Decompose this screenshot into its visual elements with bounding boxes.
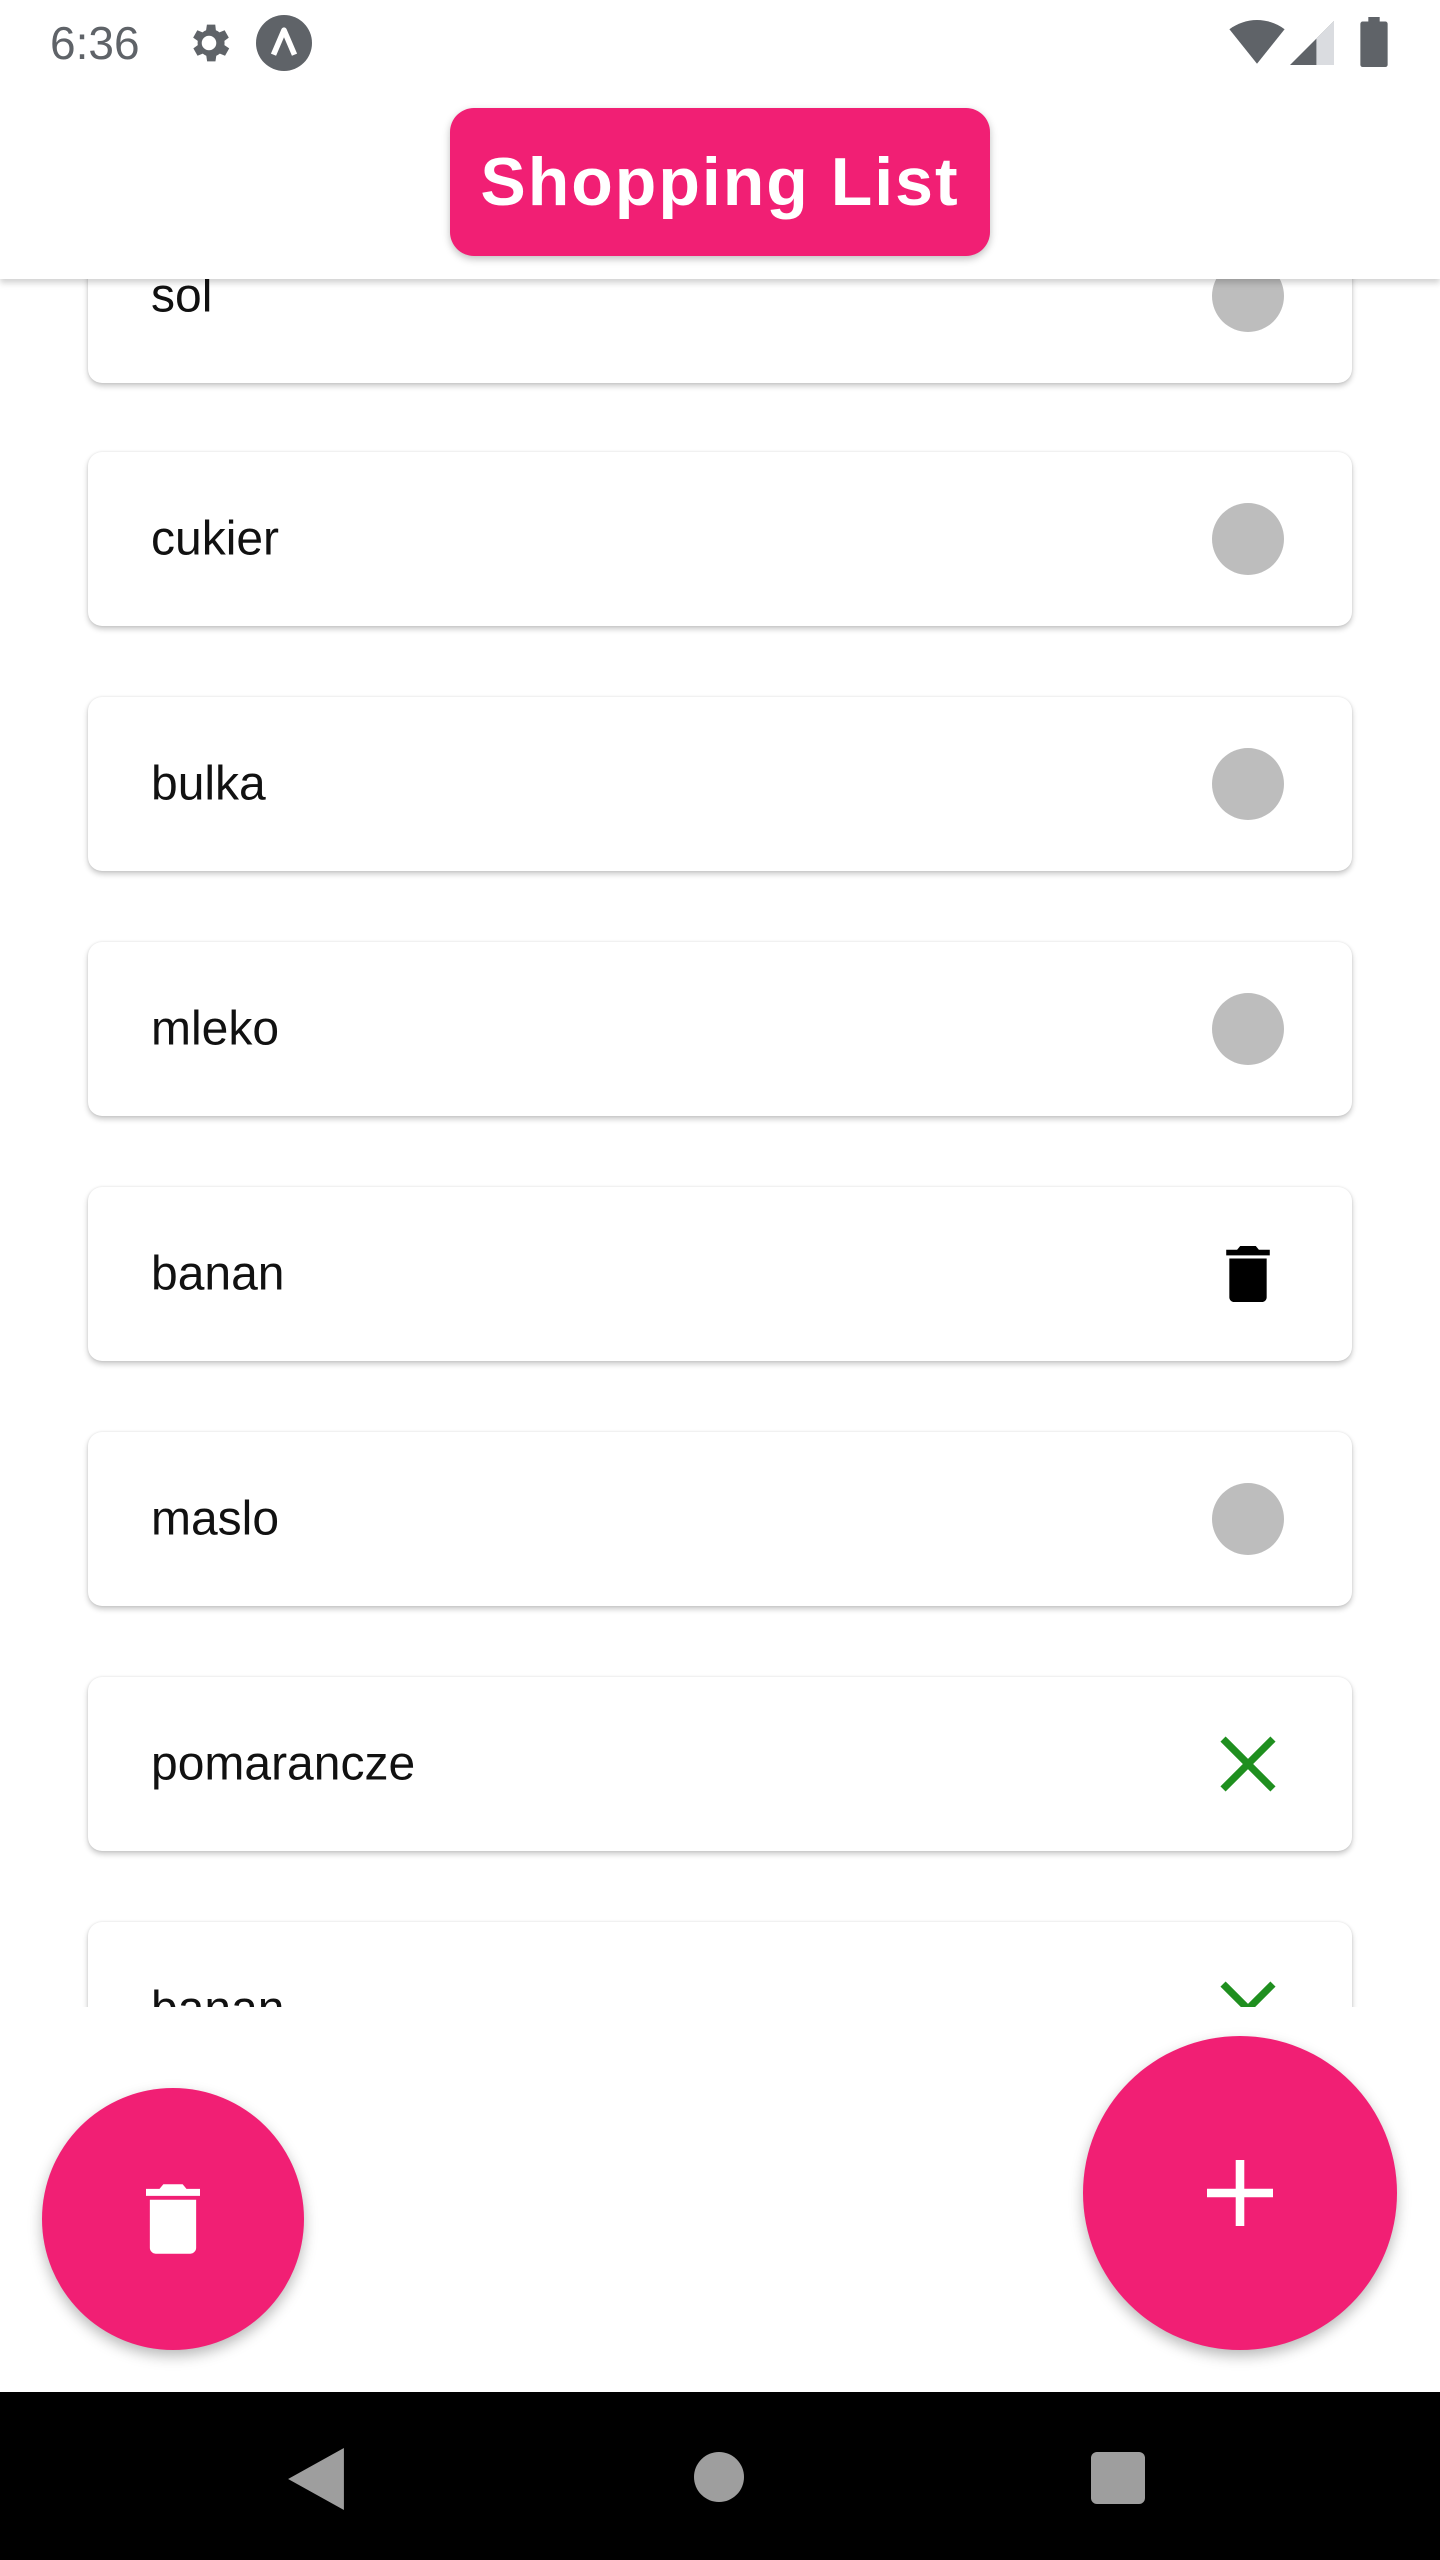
circle-toggle-icon <box>1212 993 1284 1065</box>
item-label: banan <box>151 1982 284 2008</box>
list-item[interactable]: banan <box>88 1922 1352 2007</box>
page-title: Shopping List <box>450 108 990 256</box>
battery-icon <box>1360 17 1388 67</box>
close-icon <box>1220 1981 1276 2007</box>
item-toggle[interactable] <box>1212 503 1284 575</box>
signal-icon <box>1290 21 1334 65</box>
status-bar: 6:36 <box>0 0 1440 84</box>
circle-toggle-icon <box>1212 279 1284 332</box>
item-label: pomarancze <box>151 1737 416 1791</box>
item-toggle[interactable] <box>1212 748 1284 820</box>
recents-icon[interactable] <box>1091 2452 1145 2504</box>
item-label: mleko <box>151 1002 280 1056</box>
shopping-list[interactable]: sol cukier bulka mleko banan maslo pomar… <box>0 279 1440 2007</box>
trash-icon <box>146 2184 200 2254</box>
trash-icon <box>1226 1246 1270 1302</box>
app-header: Shopping List <box>0 84 1440 279</box>
a-circle-icon <box>256 15 312 71</box>
circle-toggle-icon <box>1212 503 1284 575</box>
list-item[interactable]: pomarancze <box>88 1677 1352 1851</box>
list-item[interactable]: maslo <box>88 1432 1352 1606</box>
circle-toggle-icon <box>1212 748 1284 820</box>
navigation-bar <box>0 2392 1440 2560</box>
back-icon[interactable] <box>288 2448 344 2510</box>
item-label: sol <box>151 279 213 323</box>
list-item[interactable]: cukier <box>88 452 1352 626</box>
delete-item-button[interactable] <box>1212 1238 1284 1310</box>
status-time: 6:36 <box>50 17 140 69</box>
list-item[interactable]: bulka <box>88 697 1352 871</box>
item-label: maslo <box>151 1492 280 1546</box>
remove-item-button[interactable] <box>1212 1728 1284 1800</box>
home-icon[interactable] <box>694 2452 744 2502</box>
item-label: banan <box>151 1247 285 1301</box>
circle-toggle-icon <box>1212 1483 1284 1555</box>
delete-all-button[interactable] <box>42 2088 304 2350</box>
close-icon <box>1220 1736 1276 1792</box>
item-toggle[interactable] <box>1212 993 1284 1065</box>
list-item[interactable]: banan <box>88 1187 1352 1361</box>
item-toggle[interactable] <box>1212 1483 1284 1555</box>
item-label: cukier <box>151 512 280 566</box>
item-label: bulka <box>151 757 266 811</box>
plus-icon <box>1207 2160 1273 2226</box>
list-item[interactable]: sol <box>88 279 1352 383</box>
item-toggle[interactable] <box>1212 279 1284 332</box>
list-item[interactable]: mleko <box>88 942 1352 1116</box>
gear-icon <box>193 24 230 62</box>
remove-item-button[interactable] <box>1212 1973 1284 2007</box>
wifi-icon <box>1229 20 1285 64</box>
add-item-button[interactable] <box>1083 2036 1397 2350</box>
